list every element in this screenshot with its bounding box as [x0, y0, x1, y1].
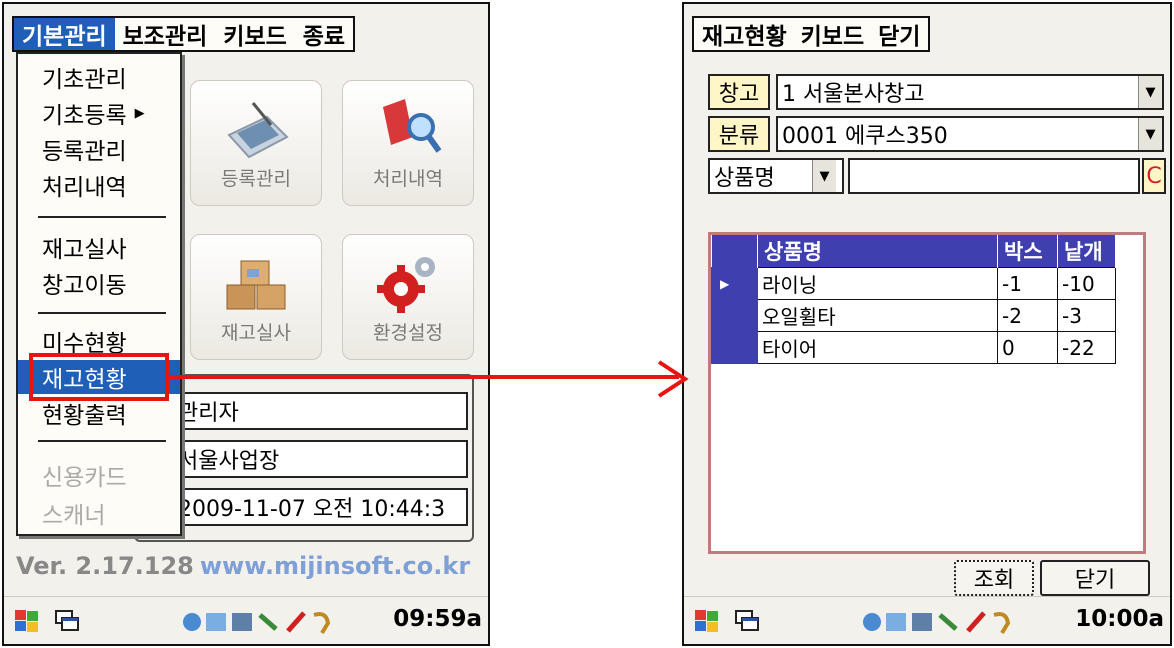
- right-device-screen: 재고현황 키보드 닫기 창고 1 서울본사창고 ▼ 분류 0001 에쿠스350…: [682, 2, 1172, 646]
- tile-label: 환경설정: [373, 322, 443, 344]
- dropdown-item-status-print[interactable]: 현황출력: [18, 396, 180, 430]
- branch-field: 서울사업장: [170, 440, 468, 478]
- windows-start-icon[interactable]: [694, 609, 720, 637]
- column-header-box[interactable]: 박스: [997, 235, 1058, 268]
- datetime-field: 2009-11-07 오전 10:44:3: [170, 488, 468, 526]
- menu-separator: [38, 216, 166, 218]
- tile-label: 등록관리: [221, 168, 291, 190]
- menu-close[interactable]: 닫기: [878, 17, 920, 51]
- clock: 10:00a: [1075, 606, 1164, 632]
- boxes-icon: [223, 251, 293, 319]
- table-cell[interactable]: -10: [1057, 267, 1116, 300]
- warehouse-label: 창고: [708, 74, 770, 110]
- menu-exit[interactable]: 종료: [295, 18, 353, 50]
- menu-stock-status[interactable]: 재고현황: [702, 17, 787, 51]
- table-cell[interactable]: -2: [997, 299, 1058, 332]
- tile-label: 재고실사: [221, 322, 291, 344]
- table-header-row: 상품명 박스 낱개: [711, 235, 1116, 268]
- search-field-select[interactable]: 상품명 ▼: [708, 158, 844, 194]
- table-cell[interactable]: 타이어: [757, 331, 998, 364]
- chevron-down-icon[interactable]: ▼: [812, 160, 836, 192]
- warehouse-value: 1 서울본사창고: [782, 82, 925, 107]
- menu-basic[interactable]: 기본관리: [14, 18, 115, 50]
- table-cell[interactable]: -3: [1057, 299, 1116, 332]
- table-cell[interactable]: -22: [1057, 331, 1116, 364]
- stock-table-grid: 상품명 박스 낱개 ▶ 라이닝 -1 -10 오일휠타 -2 -3 타이어 0 …: [711, 235, 1116, 364]
- row-header-column: [711, 235, 758, 268]
- dropdown-item-basic-manage[interactable]: 기초관리: [18, 60, 180, 94]
- menu-separator: [38, 312, 166, 314]
- tile-history[interactable]: 처리내역: [342, 80, 474, 206]
- dropdown-item-warehouse-move[interactable]: 창고이동: [18, 266, 180, 300]
- table-cell[interactable]: 오일휠타: [757, 299, 998, 332]
- category-value: 0001 에쿠스350: [782, 124, 948, 149]
- tablet-icon: [223, 97, 293, 165]
- category-label: 분류: [708, 116, 770, 152]
- dropdown-item-basic-register[interactable]: 기초등록 ▶: [18, 96, 180, 130]
- table-row[interactable]: ▶ 라이닝 -1 -10: [711, 267, 1116, 300]
- dropdown-item-register-manage[interactable]: 등록관리: [18, 132, 180, 166]
- submenu-arrow-icon: ▶: [134, 105, 145, 121]
- menu-keyboard[interactable]: 키보드: [215, 18, 294, 50]
- menu-auxiliary[interactable]: 보조관리: [115, 18, 216, 50]
- magnifier-icon: [375, 97, 445, 165]
- stock-table: 상품명 박스 낱개 ▶ 라이닝 -1 -10 오일휠타 -2 -3 타이어 0 …: [708, 232, 1146, 554]
- window-switch-icon[interactable]: [54, 609, 80, 637]
- arrow-head-icon: [655, 358, 691, 404]
- window-switch-icon[interactable]: [734, 609, 760, 637]
- table-row[interactable]: 오일휠타 -2 -3: [711, 299, 1116, 332]
- arrow-line: [169, 375, 679, 379]
- dropdown-item-history[interactable]: 처리내역: [18, 168, 180, 202]
- tile-stock-check[interactable]: 재고실사: [190, 234, 322, 360]
- gears-icon: [375, 251, 445, 319]
- clear-button[interactable]: C: [1142, 158, 1166, 194]
- dropdown-item-scanner[interactable]: 스캐너: [18, 496, 180, 530]
- user-field: 관리자: [170, 392, 468, 430]
- tile-label: 처리내역: [373, 168, 443, 190]
- current-row-indicator-icon: ▶: [711, 267, 758, 300]
- dropdown-item-credit-card[interactable]: 신용카드: [18, 458, 180, 492]
- row-header-cell: [711, 299, 758, 332]
- tile-register-manage[interactable]: 등록관리: [190, 80, 322, 206]
- table-cell[interactable]: 0: [997, 331, 1058, 364]
- table-cell[interactable]: -1: [997, 267, 1058, 300]
- highlight-box: [29, 353, 169, 401]
- row-header-cell: [711, 331, 758, 364]
- taskbar: 09:59a: [4, 596, 488, 644]
- stock-menubar: 재고현황 키보드 닫기: [692, 16, 931, 52]
- taskbar: 10:00a: [684, 596, 1170, 644]
- chevron-down-icon[interactable]: ▼: [1138, 118, 1162, 150]
- basic-management-dropdown: 기초관리 기초등록 ▶ 등록관리 처리내역 재고실사 창고이동 미수현황 재고현황…: [16, 52, 182, 536]
- chevron-down-icon[interactable]: ▼: [1138, 76, 1162, 108]
- tray-icons: [860, 609, 1030, 639]
- menu-separator: [38, 440, 166, 442]
- warehouse-select[interactable]: 1 서울본사창고 ▼: [776, 74, 1164, 110]
- tile-settings[interactable]: 환경설정: [342, 234, 474, 360]
- website-link[interactable]: www.mijinsoft.co.kr: [200, 552, 470, 580]
- clock: 09:59a: [393, 606, 482, 632]
- version-label: Ver. 2.17.128: [16, 552, 194, 580]
- close-button[interactable]: 닫기: [1040, 560, 1150, 596]
- tray-icons: [180, 609, 350, 639]
- column-header-product[interactable]: 상품명: [757, 235, 998, 268]
- dropdown-item-stock-check[interactable]: 재고실사: [18, 230, 180, 264]
- menu-keyboard[interactable]: 키보드: [801, 17, 864, 51]
- main-menubar: 기본관리 보조관리 키보드 종료: [12, 16, 356, 52]
- query-button[interactable]: 조회: [954, 560, 1034, 596]
- version-line: Ver. 2.17.128 www.mijinsoft.co.kr: [16, 552, 470, 580]
- column-header-unit[interactable]: 낱개: [1057, 235, 1116, 268]
- left-device-screen: 기본관리 보조관리 키보드 종료 등록관리 처리내역 재고실사 환경설정 관리자…: [2, 2, 490, 646]
- table-cell[interactable]: 라이닝: [757, 267, 998, 300]
- search-field-value: 상품명: [714, 166, 775, 191]
- category-select[interactable]: 0001 에쿠스350 ▼: [776, 116, 1164, 152]
- windows-start-icon[interactable]: [14, 609, 40, 637]
- table-row[interactable]: 타이어 0 -22: [711, 331, 1116, 364]
- search-input[interactable]: [848, 158, 1140, 194]
